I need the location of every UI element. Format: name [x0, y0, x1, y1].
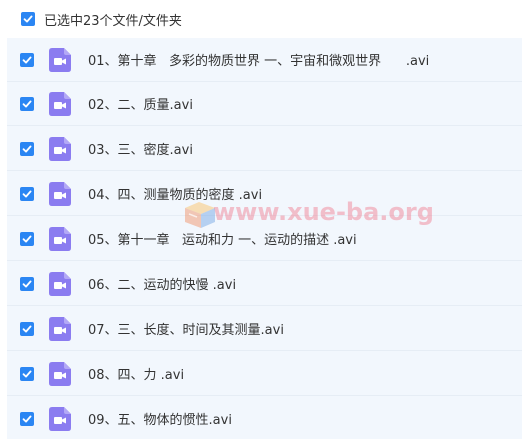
checkmark-icon [22, 235, 32, 242]
video-file-icon [49, 47, 71, 72]
file-name[interactable]: 01、第十章 多彩的物质世界 一、宇宙和微观世界 .avi [88, 50, 429, 69]
selection-header: 已选中23个文件/文件夹 [0, 0, 522, 38]
video-file-icon [49, 136, 71, 161]
select-all-checkbox[interactable] [21, 12, 35, 26]
checkmark-icon [22, 325, 32, 332]
file-list-window: 已选中23个文件/文件夹 01、第十章 多彩的物质世界 一、宇宙和微观世界 .a… [0, 0, 522, 439]
checkmark-icon [22, 100, 32, 107]
checkmark-icon [23, 15, 33, 23]
checkmark-icon [22, 370, 32, 377]
file-checkbox[interactable] [20, 141, 34, 156]
file-name[interactable]: 09、五、物体的惯性.avi [88, 409, 232, 428]
checkmark-icon [22, 56, 32, 63]
selection-count-label: 已选中23个文件/文件夹 [44, 13, 182, 29]
video-file-icon [49, 91, 71, 116]
file-row[interactable]: 08、四、力 .avi [7, 352, 522, 396]
file-checkbox[interactable] [20, 276, 34, 291]
file-row[interactable]: 09、五、物体的惯性.avi [7, 397, 522, 439]
file-row[interactable]: 04、四、测量物质的密度 .avi [7, 172, 522, 216]
file-row[interactable]: 01、第十章 多彩的物质世界 一、宇宙和微观世界 .avi [7, 38, 522, 82]
file-row[interactable]: 03、三、密度.avi [7, 127, 522, 171]
file-checkbox[interactable] [20, 186, 34, 201]
file-checkbox[interactable] [20, 231, 34, 246]
file-row[interactable]: 02、二、质量.avi [7, 82, 522, 126]
video-file-icon [49, 361, 71, 386]
checkmark-icon [22, 280, 32, 287]
file-row[interactable]: 05、第十一章 运动和力 一、运动的描述 .avi [7, 217, 522, 261]
file-checkbox[interactable] [20, 96, 34, 111]
file-name[interactable]: 08、四、力 .avi [88, 364, 184, 383]
file-name[interactable]: 02、二、质量.avi [88, 94, 193, 113]
file-checkbox[interactable] [20, 366, 34, 381]
file-name[interactable]: 04、四、测量物质的密度 .avi [88, 184, 262, 203]
file-name[interactable]: 03、三、密度.avi [88, 139, 193, 158]
video-file-icon [49, 181, 71, 206]
file-checkbox[interactable] [20, 411, 34, 426]
video-file-icon [49, 226, 71, 251]
file-name[interactable]: 05、第十一章 运动和力 一、运动的描述 .avi [88, 229, 357, 248]
file-row[interactable]: 06、二、运动的快慢 .avi [7, 262, 522, 306]
file-name[interactable]: 07、三、长度、时间及其测量.avi [88, 319, 284, 338]
checkmark-icon [22, 145, 32, 152]
file-name[interactable]: 06、二、运动的快慢 .avi [88, 274, 236, 293]
file-row[interactable]: 07、三、长度、时间及其测量.avi [7, 307, 522, 351]
checkmark-icon [22, 190, 32, 197]
file-checkbox[interactable] [20, 321, 34, 336]
video-file-icon [49, 406, 71, 431]
file-checkbox[interactable] [20, 52, 34, 67]
file-list: 01、第十章 多彩的物质世界 一、宇宙和微观世界 .avi 02、二、质量.av… [7, 38, 522, 439]
video-file-icon [49, 316, 71, 341]
checkmark-icon [22, 415, 32, 422]
video-file-icon [49, 271, 71, 296]
